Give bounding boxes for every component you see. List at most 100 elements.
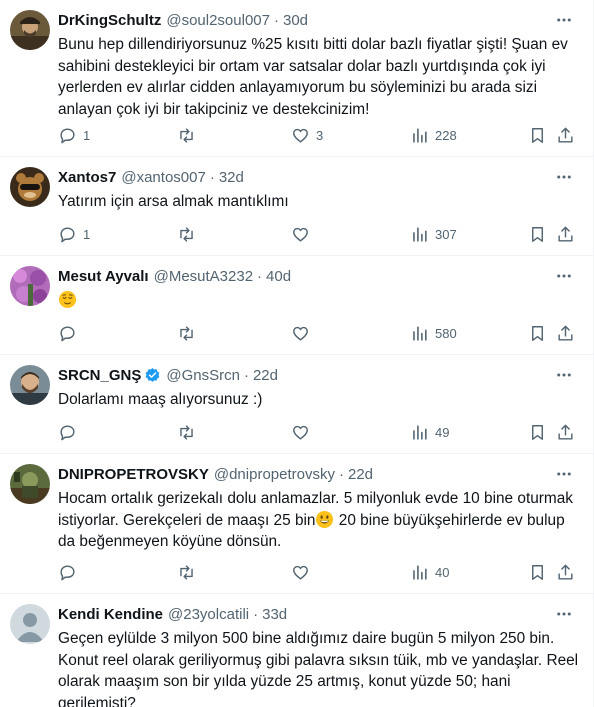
share-button[interactable] xyxy=(556,422,575,442)
reply-button[interactable] xyxy=(58,562,77,582)
more-options-icon[interactable] xyxy=(554,365,574,385)
tweet[interactable]: Kendi Kendine @23yolcatili · 33d Geçen e… xyxy=(0,594,594,707)
reply-count: 1 xyxy=(83,226,91,242)
like-button[interactable] xyxy=(291,562,310,582)
views-button[interactable]: 49 xyxy=(410,422,449,442)
separator-dot: · xyxy=(209,168,215,186)
avatar[interactable] xyxy=(10,464,50,504)
reply-button[interactable]: 1 xyxy=(58,125,90,145)
tweet-actions: 49 xyxy=(58,422,580,442)
tweet[interactable]: DrKingSchultz @soul2soul007 · 30d Bunu h… xyxy=(0,0,594,157)
relieved-face-emoji xyxy=(58,290,77,309)
reply-button[interactable] xyxy=(58,422,77,442)
bookmark-icon xyxy=(532,325,543,341)
tweet-text: Bunu hep dillendiriyorsunuz %25 kısıtı b… xyxy=(58,36,568,118)
timestamp[interactable]: 30d xyxy=(283,12,308,29)
views-button[interactable]: 307 xyxy=(410,224,457,244)
display-name[interactable]: Xantos7 xyxy=(58,169,116,186)
like-button[interactable] xyxy=(291,323,310,343)
avatar[interactable] xyxy=(10,167,50,207)
bookmark-button[interactable] xyxy=(528,422,547,442)
display-name[interactable]: DNIPROPETROVSKY xyxy=(58,466,209,483)
retweet-icon xyxy=(180,325,193,341)
share-icon xyxy=(558,127,573,143)
display-name[interactable]: SRCN_GNŞ xyxy=(58,367,141,384)
reply-icon xyxy=(60,226,75,242)
bookmark-button[interactable] xyxy=(528,323,547,343)
user-handle[interactable]: @GnsSrcn xyxy=(166,367,240,384)
user-handle[interactable]: @xantos007 xyxy=(121,169,205,186)
retweet-button[interactable] xyxy=(177,562,196,582)
like-count: 3 xyxy=(316,127,324,143)
bookmark-button[interactable] xyxy=(528,562,547,582)
share-button[interactable] xyxy=(556,323,575,343)
timestamp[interactable]: 22d xyxy=(348,466,373,483)
tweet-actions: 1 3 228 xyxy=(58,125,580,145)
retweet-icon xyxy=(180,424,193,440)
like-button[interactable]: 3 xyxy=(291,125,323,145)
reply-icon xyxy=(60,325,75,341)
reply-button[interactable] xyxy=(58,323,77,343)
avatar[interactable] xyxy=(10,604,50,644)
more-options-icon[interactable] xyxy=(554,266,574,286)
bookmark-icon xyxy=(532,127,543,143)
share-button[interactable] xyxy=(556,562,575,582)
user-handle[interactable]: @soul2soul007 xyxy=(166,12,270,29)
retweet-button[interactable] xyxy=(177,224,196,244)
reply-button[interactable]: 1 xyxy=(58,224,90,244)
share-icon xyxy=(558,424,573,440)
tweet-header: Mesut Ayvalı @MesutA3232 · 40d xyxy=(58,265,546,287)
bookmark-icon xyxy=(532,226,543,242)
retweet-button[interactable] xyxy=(177,422,196,442)
heart-icon xyxy=(293,227,308,242)
timestamp[interactable]: 22d xyxy=(253,367,278,384)
user-handle[interactable]: @dnipropetrovsky xyxy=(214,466,335,483)
separator-dot: · xyxy=(257,267,263,285)
separator-dot: · xyxy=(273,11,279,29)
more-options-icon[interactable] xyxy=(554,10,574,30)
tweet-text: Hocam ortalık gerizekalı dolu anlamazlar… xyxy=(58,488,580,553)
retweet-button[interactable] xyxy=(177,125,196,145)
bookmark-button[interactable] xyxy=(528,125,547,145)
tweet-text xyxy=(58,290,580,312)
like-button[interactable] xyxy=(291,422,310,442)
views-chart-icon xyxy=(413,564,427,580)
retweet-button[interactable] xyxy=(177,323,196,343)
timestamp[interactable]: 33d xyxy=(262,606,287,623)
timestamp[interactable]: 32d xyxy=(219,169,244,186)
more-options-icon[interactable] xyxy=(554,464,574,484)
display-name[interactable]: Mesut Ayvalı xyxy=(58,268,149,285)
user-handle[interactable]: @23yolcatili xyxy=(168,606,249,623)
more-options-icon[interactable] xyxy=(554,604,574,624)
tweet-actions: 580 xyxy=(58,323,580,343)
timestamp[interactable]: 40d xyxy=(266,268,291,285)
views-button[interactable]: 228 xyxy=(410,125,457,145)
share-button[interactable] xyxy=(556,125,575,145)
views-button[interactable]: 580 xyxy=(410,323,457,343)
tweet-actions: 40 xyxy=(58,562,580,582)
avatar[interactable] xyxy=(10,10,50,50)
avatar[interactable] xyxy=(10,365,50,405)
grinning-face-emoji xyxy=(315,510,334,529)
views-button[interactable]: 40 xyxy=(410,562,449,582)
more-options-icon[interactable] xyxy=(554,167,574,187)
bookmark-icon xyxy=(532,424,543,440)
views-chart-icon xyxy=(413,127,427,143)
user-handle[interactable]: @MesutA3232 xyxy=(154,268,253,285)
tweet[interactable]: SRCN_GNŞ @GnsSrcn · 22d Dolarlamı maaş a… xyxy=(0,355,594,454)
retweet-icon xyxy=(180,127,193,143)
tweet-header: SRCN_GNŞ @GnsSrcn · 22d xyxy=(58,364,546,386)
tweet[interactable]: Mesut Ayvalı @MesutA3232 · 40d 580 xyxy=(0,256,594,355)
heart-icon xyxy=(293,326,308,341)
bookmark-button[interactable] xyxy=(528,224,547,244)
avatar[interactable] xyxy=(10,266,50,306)
display-name[interactable]: Kendi Kendine xyxy=(58,606,163,623)
tweet[interactable]: Xantos7 @xantos007 · 32d Yatırım için ar… xyxy=(0,157,594,256)
like-button[interactable] xyxy=(291,224,310,244)
share-button[interactable] xyxy=(556,224,575,244)
view-count: 49 xyxy=(435,424,450,440)
views-chart-icon xyxy=(413,226,427,242)
view-count: 228 xyxy=(435,127,457,143)
display-name[interactable]: DrKingSchultz xyxy=(58,12,161,29)
tweet[interactable]: DNIPROPETROVSKY @dnipropetrovsky · 22d H… xyxy=(0,454,594,594)
